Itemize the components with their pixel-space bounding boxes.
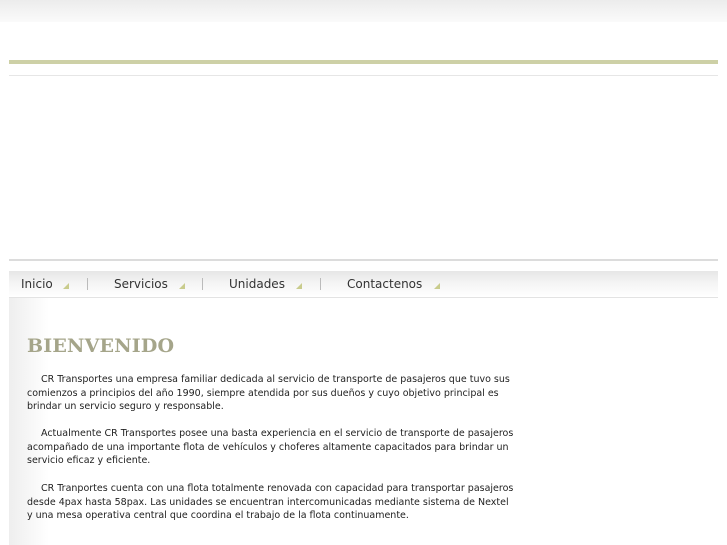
nav-item-inicio[interactable]: Inicio: [21, 277, 53, 293]
fleet-paragraph: CR Tranportes cuenta con una flota total…: [27, 483, 514, 522]
header-divider: [9, 75, 718, 76]
main-navigation: Inicio Servicios Unidades Contactenos: [9, 271, 718, 298]
header-accent-line: [9, 60, 718, 64]
nav-item-contactenos[interactable]: Contactenos: [347, 277, 422, 293]
nav-item-unidades[interactable]: Unidades: [229, 277, 285, 293]
banner-divider: [9, 259, 718, 261]
nav-separator: [202, 278, 203, 290]
nav-separator: [87, 278, 88, 290]
intro-paragraph: CR Transportes una empresa familiar dedi…: [27, 374, 510, 413]
experience-paragraph: Actualmente CR Transportes posee una bas…: [27, 428, 514, 467]
nav-arrow-icon: [179, 283, 185, 289]
nav-arrow-icon: [63, 283, 69, 289]
nav-arrow-icon: [296, 283, 302, 289]
nav-item-servicios[interactable]: Servicios: [114, 277, 168, 293]
top-band: [0, 0, 727, 22]
nav-arrow-icon: [434, 283, 440, 289]
page-title: BIENVENIDO: [27, 335, 175, 357]
nav-separator: [320, 278, 321, 290]
